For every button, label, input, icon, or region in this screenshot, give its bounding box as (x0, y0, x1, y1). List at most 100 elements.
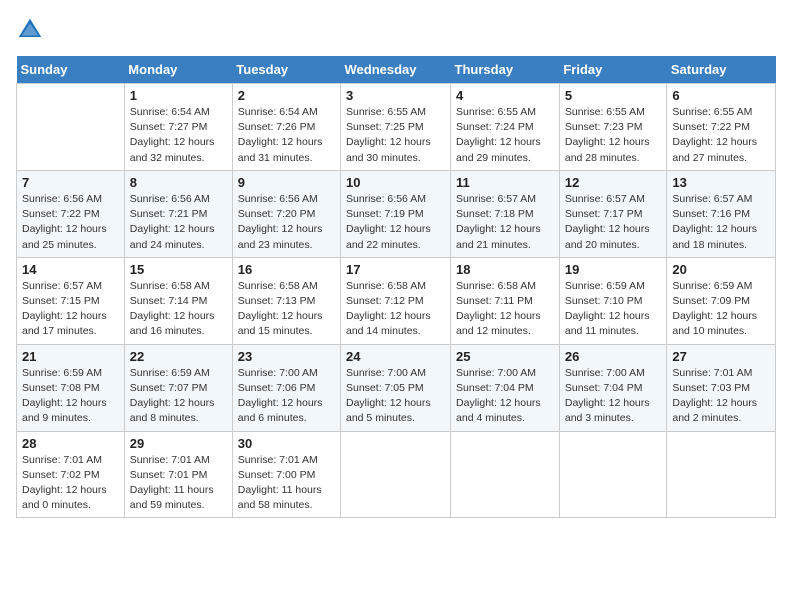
day-info: Sunrise: 7:00 AM Sunset: 7:04 PM Dayligh… (456, 366, 554, 427)
weekday-header-sunday: Sunday (17, 56, 125, 84)
calendar-cell: 21 Sunrise: 6:59 AM Sunset: 7:08 PM Dayli… (17, 344, 125, 431)
calendar-week-3: 14Sunrise: 6:57 AM Sunset: 7:15 PM Dayli… (17, 257, 776, 344)
calendar-cell: 2 Sunrise: 6:54 AM Sunset: 7:26 PM Daylig… (232, 84, 340, 171)
day-info: Sunrise: 6:55 AM Sunset: 7:22 PM Dayligh… (672, 105, 770, 166)
day-number: 13 (672, 175, 770, 190)
day-info: Sunrise: 6:58 AM Sunset: 7:11 PM Dayligh… (456, 279, 554, 340)
weekday-header-friday: Friday (559, 56, 667, 84)
day-info: Sunrise: 7:00 AM Sunset: 7:05 PM Dayligh… (346, 366, 445, 427)
day-info: Sunrise: 6:54 AM Sunset: 7:26 PM Dayligh… (238, 105, 335, 166)
calendar-cell: 11 Sunrise: 6:57 AM Sunset: 7:18 PM Dayli… (451, 170, 560, 257)
day-info: Sunrise: 6:57 AM Sunset: 7:16 PM Dayligh… (672, 192, 770, 253)
calendar-cell: 6 Sunrise: 6:55 AM Sunset: 7:22 PM Daylig… (667, 84, 776, 171)
calendar-cell: 4 Sunrise: 6:55 AM Sunset: 7:24 PM Daylig… (451, 84, 560, 171)
calendar-cell: 19Sunrise: 6:59 AM Sunset: 7:10 PM Dayli… (559, 257, 667, 344)
day-info: Sunrise: 6:56 AM Sunset: 7:19 PM Dayligh… (346, 192, 445, 253)
weekday-header-thursday: Thursday (451, 56, 560, 84)
day-number: 28 (22, 436, 119, 451)
day-info: Sunrise: 6:55 AM Sunset: 7:23 PM Dayligh… (565, 105, 662, 166)
day-number: 4 (456, 88, 554, 103)
day-number: 27 (672, 349, 770, 364)
day-info: Sunrise: 6:56 AM Sunset: 7:22 PM Dayligh… (22, 192, 119, 253)
day-info: Sunrise: 7:01 AM Sunset: 7:00 PM Dayligh… (238, 453, 335, 514)
calendar-week-1: 1 Sunrise: 6:54 AM Sunset: 7:27 PM Daylig… (17, 84, 776, 171)
calendar-cell: 24 Sunrise: 7:00 AM Sunset: 7:05 PM Dayli… (341, 344, 451, 431)
calendar-cell: 10 Sunrise: 6:56 AM Sunset: 7:19 PM Dayli… (341, 170, 451, 257)
calendar-cell: 16 Sunrise: 6:58 AM Sunset: 7:13 PM Dayli… (232, 257, 340, 344)
calendar-cell (17, 84, 125, 171)
day-number: 5 (565, 88, 662, 103)
calendar-cell: 20Sunrise: 6:59 AM Sunset: 7:09 PM Dayli… (667, 257, 776, 344)
calendar-cell: 15 Sunrise: 6:58 AM Sunset: 7:14 PM Dayli… (124, 257, 232, 344)
weekday-header-saturday: Saturday (667, 56, 776, 84)
day-number: 18 (456, 262, 554, 277)
day-number: 1 (130, 88, 227, 103)
calendar-cell (341, 431, 451, 518)
calendar-body: 1 Sunrise: 6:54 AM Sunset: 7:27 PM Daylig… (17, 84, 776, 518)
calendar-cell: 5 Sunrise: 6:55 AM Sunset: 7:23 PM Daylig… (559, 84, 667, 171)
calendar-cell: 28 Sunrise: 7:01 AM Sunset: 7:02 PM Dayli… (17, 431, 125, 518)
day-number: 17 (346, 262, 445, 277)
day-number: 6 (672, 88, 770, 103)
calendar-cell: 1 Sunrise: 6:54 AM Sunset: 7:27 PM Daylig… (124, 84, 232, 171)
day-info: Sunrise: 7:01 AM Sunset: 7:03 PM Dayligh… (672, 366, 770, 427)
day-info: Sunrise: 6:58 AM Sunset: 7:12 PM Dayligh… (346, 279, 445, 340)
calendar-cell: 12 Sunrise: 6:57 AM Sunset: 7:17 PM Dayli… (559, 170, 667, 257)
day-number: 25 (456, 349, 554, 364)
day-number: 22 (130, 349, 227, 364)
calendar-cell: 23 Sunrise: 7:00 AM Sunset: 7:06 PM Dayli… (232, 344, 340, 431)
calendar-cell (451, 431, 560, 518)
day-number: 3 (346, 88, 445, 103)
calendar-cell: 18 Sunrise: 6:58 AM Sunset: 7:11 PM Dayli… (451, 257, 560, 344)
day-number: 30 (238, 436, 335, 451)
weekday-header-monday: Monday (124, 56, 232, 84)
day-info: Sunrise: 7:01 AM Sunset: 7:01 PM Dayligh… (130, 453, 227, 514)
day-number: 8 (130, 175, 227, 190)
day-number: 12 (565, 175, 662, 190)
day-number: 16 (238, 262, 335, 277)
calendar-cell: 22Sunrise: 6:59 AM Sunset: 7:07 PM Dayli… (124, 344, 232, 431)
day-info: Sunrise: 6:55 AM Sunset: 7:24 PM Dayligh… (456, 105, 554, 166)
day-info: Sunrise: 6:58 AM Sunset: 7:13 PM Dayligh… (238, 279, 335, 340)
day-info: Sunrise: 7:00 AM Sunset: 7:06 PM Dayligh… (238, 366, 335, 427)
calendar-week-4: 21 Sunrise: 6:59 AM Sunset: 7:08 PM Dayli… (17, 344, 776, 431)
calendar-week-5: 28 Sunrise: 7:01 AM Sunset: 7:02 PM Dayli… (17, 431, 776, 518)
day-number: 15 (130, 262, 227, 277)
weekday-row: SundayMondayTuesdayWednesdayThursdayFrid… (17, 56, 776, 84)
day-number: 11 (456, 175, 554, 190)
calendar-cell (667, 431, 776, 518)
day-number: 24 (346, 349, 445, 364)
day-info: Sunrise: 6:54 AM Sunset: 7:27 PM Dayligh… (130, 105, 227, 166)
calendar-cell: 8 Sunrise: 6:56 AM Sunset: 7:21 PM Daylig… (124, 170, 232, 257)
weekday-header-tuesday: Tuesday (232, 56, 340, 84)
day-number: 2 (238, 88, 335, 103)
day-info: Sunrise: 6:55 AM Sunset: 7:25 PM Dayligh… (346, 105, 445, 166)
calendar-week-2: 7Sunrise: 6:56 AM Sunset: 7:22 PM Daylig… (17, 170, 776, 257)
logo (16, 16, 48, 44)
day-info: Sunrise: 6:59 AM Sunset: 7:10 PM Dayligh… (565, 279, 662, 340)
day-info: Sunrise: 6:57 AM Sunset: 7:17 PM Dayligh… (565, 192, 662, 253)
calendar-cell: 27 Sunrise: 7:01 AM Sunset: 7:03 PM Dayli… (667, 344, 776, 431)
day-number: 20 (672, 262, 770, 277)
day-number: 21 (22, 349, 119, 364)
calendar-cell: 17 Sunrise: 6:58 AM Sunset: 7:12 PM Dayli… (341, 257, 451, 344)
day-info: Sunrise: 6:59 AM Sunset: 7:08 PM Dayligh… (22, 366, 119, 427)
weekday-header-wednesday: Wednesday (341, 56, 451, 84)
calendar-cell: 29Sunrise: 7:01 AM Sunset: 7:01 PM Dayli… (124, 431, 232, 518)
day-info: Sunrise: 7:00 AM Sunset: 7:04 PM Dayligh… (565, 366, 662, 427)
calendar-cell: 26 Sunrise: 7:00 AM Sunset: 7:04 PM Dayli… (559, 344, 667, 431)
day-info: Sunrise: 6:58 AM Sunset: 7:14 PM Dayligh… (130, 279, 227, 340)
calendar-header: SundayMondayTuesdayWednesdayThursdayFrid… (17, 56, 776, 84)
calendar-cell: 9Sunrise: 6:56 AM Sunset: 7:20 PM Daylig… (232, 170, 340, 257)
calendar-cell: 3 Sunrise: 6:55 AM Sunset: 7:25 PM Daylig… (341, 84, 451, 171)
day-info: Sunrise: 7:01 AM Sunset: 7:02 PM Dayligh… (22, 453, 119, 514)
day-number: 26 (565, 349, 662, 364)
day-number: 10 (346, 175, 445, 190)
calendar-cell: 7Sunrise: 6:56 AM Sunset: 7:22 PM Daylig… (17, 170, 125, 257)
day-number: 23 (238, 349, 335, 364)
day-number: 9 (238, 175, 335, 190)
day-info: Sunrise: 6:56 AM Sunset: 7:21 PM Dayligh… (130, 192, 227, 253)
calendar-cell: 13 Sunrise: 6:57 AM Sunset: 7:16 PM Dayli… (667, 170, 776, 257)
day-info: Sunrise: 6:57 AM Sunset: 7:18 PM Dayligh… (456, 192, 554, 253)
calendar-cell: 30 Sunrise: 7:01 AM Sunset: 7:00 PM Dayli… (232, 431, 340, 518)
